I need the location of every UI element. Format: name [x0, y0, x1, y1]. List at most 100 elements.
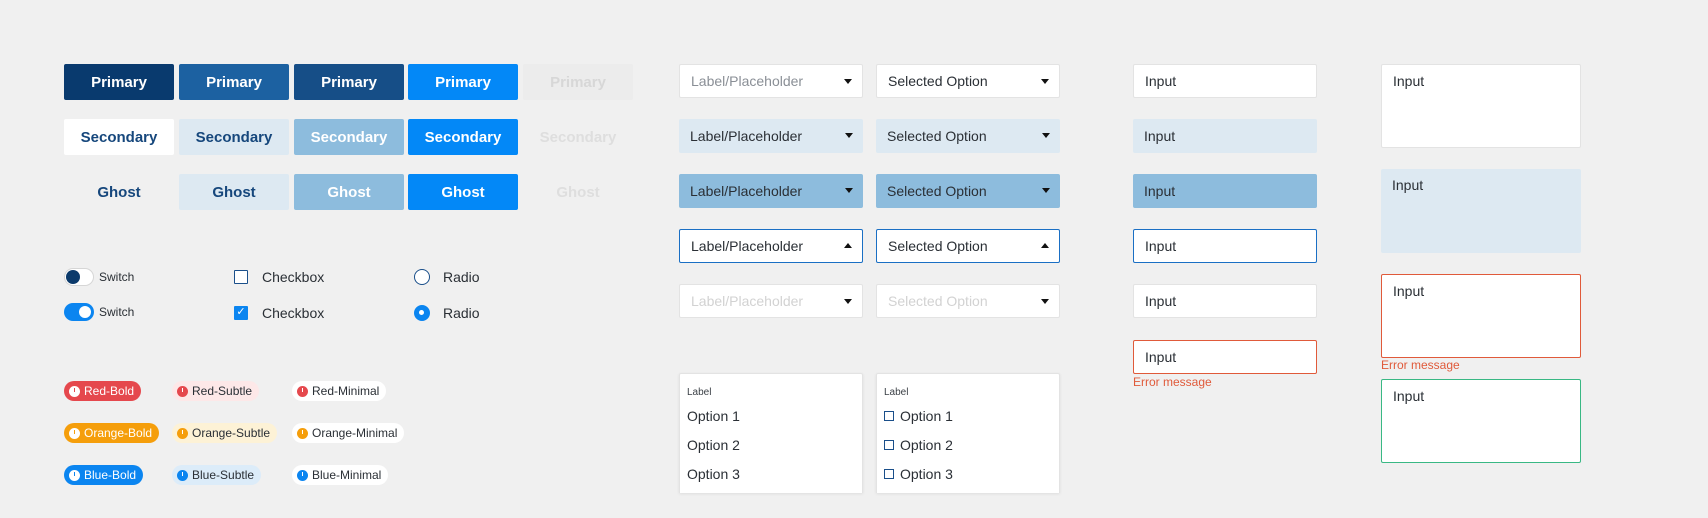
textarea-success[interactable]: Input	[1381, 379, 1581, 463]
switch-knob	[66, 270, 80, 284]
tag-orange-bold: Orange-Bold	[64, 423, 160, 443]
primary-button-hover[interactable]: Primary	[179, 64, 289, 100]
switch-on[interactable]	[64, 303, 94, 321]
dropdown-selected-open[interactable]: Selected Option	[876, 229, 1060, 263]
tag-label: Orange-Subtle	[192, 426, 271, 440]
clock-icon	[69, 427, 80, 439]
textarea-hover[interactable]: Input	[1381, 169, 1581, 253]
info-icon	[177, 469, 188, 481]
dropdown-selected-pressed[interactable]: Selected Option	[876, 174, 1060, 208]
radio-unselected[interactable]	[414, 269, 430, 285]
tag-label: Red-Bold	[84, 384, 135, 398]
caret-up-icon	[1041, 243, 1049, 248]
dropdown-text: Selected Option	[887, 183, 987, 199]
menu-option[interactable]: Option 1	[687, 408, 740, 424]
clock-icon	[297, 427, 308, 439]
menu-option-checkbox[interactable]: Option 3	[884, 466, 953, 482]
dropdown-text: Label/Placeholder	[690, 128, 803, 144]
menu-option[interactable]: Option 3	[687, 466, 740, 482]
switch-off[interactable]	[64, 268, 94, 286]
clock-icon	[177, 385, 188, 397]
dropdown-placeholder-open[interactable]: Label/Placeholder	[679, 229, 863, 263]
dropdown-placeholder-pressed[interactable]: Label/Placeholder	[679, 174, 863, 208]
dropdown-selected-hover[interactable]: Selected Option	[876, 119, 1060, 153]
checkbox-unchecked[interactable]	[234, 270, 248, 284]
tag-orange-minimal: Orange-Minimal	[292, 423, 405, 443]
tag-label: Blue-Subtle	[192, 468, 255, 482]
checkbox-label: Checkbox	[262, 269, 325, 285]
checkbox-label: Checkbox	[262, 305, 325, 321]
clock-icon	[69, 385, 80, 397]
secondary-button-default[interactable]: Secondary	[64, 119, 174, 155]
dropdown-text: Selected Option	[888, 293, 988, 309]
menu-option-checkbox[interactable]: Option 1	[884, 408, 953, 424]
switch-label: Switch	[99, 305, 135, 319]
ghost-button-pressed[interactable]: Ghost	[294, 174, 404, 210]
tag-orange-subtle: Orange-Subtle	[172, 423, 278, 443]
input-pressed[interactable]: Input	[1133, 174, 1317, 208]
ghost-button-hover[interactable]: Ghost	[179, 174, 289, 210]
dropdown-text: Label/Placeholder	[691, 293, 804, 309]
input-value: Input	[1145, 73, 1177, 89]
clock-icon	[297, 385, 308, 397]
tag-label: Blue-Bold	[84, 468, 137, 482]
input-error[interactable]: Input	[1133, 340, 1317, 374]
input-value: Input	[1144, 183, 1176, 199]
input-filled[interactable]: Input	[1133, 284, 1317, 318]
dropdown-text: Selected Option	[888, 73, 988, 89]
radio-label: Radio	[443, 305, 480, 321]
option-label: Option 1	[687, 408, 740, 424]
textarea-error[interactable]: Input	[1381, 274, 1581, 358]
textarea-value: Input	[1393, 283, 1425, 299]
option-label: Option 2	[687, 437, 740, 453]
dropdown-placeholder-hover[interactable]: Label/Placeholder	[679, 119, 863, 153]
dropdown-selected-disabled: Selected Option	[876, 284, 1060, 318]
primary-button-focused[interactable]: Primary	[408, 64, 518, 100]
input-value: Input	[1145, 293, 1177, 309]
primary-button-pressed[interactable]: Primary	[294, 64, 404, 100]
textarea-value: Input	[1393, 388, 1425, 404]
checkbox-icon	[884, 440, 894, 450]
caret-up-icon	[844, 243, 852, 248]
input-default[interactable]: Input	[1133, 64, 1317, 98]
dropdown-text: Selected Option	[888, 238, 988, 254]
dropdown-menu-single: Label Option 1 Option 2 Option 3	[679, 373, 863, 493]
caret-down-icon	[1042, 133, 1050, 138]
primary-button-default[interactable]: Primary	[64, 64, 174, 100]
tag-label: Blue-Minimal	[312, 468, 382, 482]
input-focused[interactable]: Input	[1133, 229, 1317, 263]
caret-down-icon	[844, 79, 852, 84]
textarea-default[interactable]: Input	[1381, 64, 1581, 148]
caret-down-icon	[845, 133, 853, 138]
ghost-button-default[interactable]: Ghost	[64, 174, 174, 210]
input-value: Input	[1145, 238, 1177, 254]
secondary-button-hover[interactable]: Secondary	[179, 119, 289, 155]
tag-red-subtle: Red-Subtle	[172, 381, 260, 401]
checkbox-icon	[884, 469, 894, 479]
dropdown-menu-multi: Label Option 1 Option 2 Option 3	[876, 373, 1060, 493]
dropdown-selected-default[interactable]: Selected Option	[876, 64, 1060, 98]
tag-red-minimal: Red-Minimal	[292, 381, 387, 401]
menu-label: Label	[884, 387, 909, 398]
checkbox-checked[interactable]: ✓	[234, 306, 248, 320]
menu-option[interactable]: Option 2	[687, 437, 740, 453]
input-hover[interactable]: Input	[1133, 119, 1317, 153]
textarea-error-message: Error message	[1381, 358, 1460, 372]
secondary-button-focused[interactable]: Secondary	[408, 119, 518, 155]
caret-down-icon	[1041, 299, 1049, 304]
tag-blue-subtle: Blue-Subtle	[172, 465, 262, 485]
option-label: Option 1	[900, 408, 953, 424]
info-icon	[69, 469, 80, 481]
secondary-button-pressed[interactable]: Secondary	[294, 119, 404, 155]
radio-label: Radio	[443, 269, 480, 285]
ghost-button-focused[interactable]: Ghost	[408, 174, 518, 210]
input-value: Input	[1145, 349, 1177, 365]
radio-selected[interactable]	[414, 305, 430, 321]
dropdown-text: Label/Placeholder	[690, 183, 803, 199]
tag-label: Red-Minimal	[312, 384, 380, 398]
primary-button-disabled: Primary	[523, 64, 633, 100]
dropdown-placeholder-disabled: Label/Placeholder	[679, 284, 863, 318]
caret-down-icon	[1042, 188, 1050, 193]
dropdown-placeholder-default[interactable]: Label/Placeholder	[679, 64, 863, 98]
menu-option-checkbox[interactable]: Option 2	[884, 437, 953, 453]
